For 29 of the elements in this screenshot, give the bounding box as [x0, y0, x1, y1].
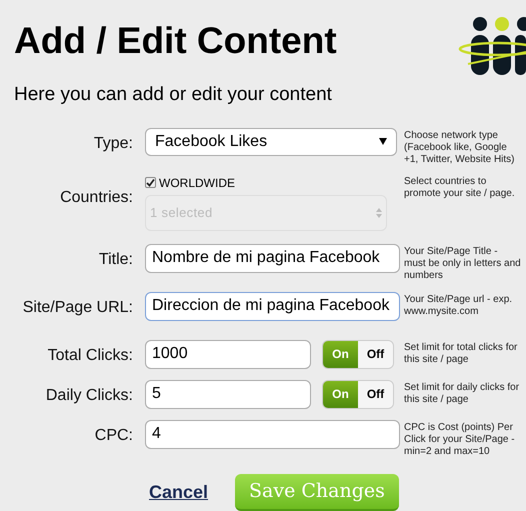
field-label: Site/Page URL: — [22, 298, 133, 318]
people-logo-icon — [458, 16, 526, 78]
help-text: Select countries to promote your site / page. — [404, 174, 516, 200]
caret-icon — [379, 138, 387, 145]
help-text: CPC is Cost (points) Per Click for your Site/Page - min=2 and max=10 — [404, 420, 516, 458]
field-label: Countries: — [60, 188, 133, 208]
field-label: CPC: — [94, 426, 133, 446]
checkbox-label: WORLDWIDE — [159, 174, 235, 192]
on-off-switch[interactable]: On Off — [322, 340, 394, 368]
text-field[interactable]: Direccion de mi pagina Facebook — [145, 292, 400, 320]
text-field[interactable]: 4 — [145, 420, 400, 448]
help-text: Your Site/Page Title - must be only in letters and numbers — [404, 244, 522, 282]
page-subtitle: Here you can add or edit your content — [14, 83, 332, 107]
help-text: Your Site/Page url - exp. www.mysite.com — [404, 292, 514, 318]
text-field[interactable]: Nombre de mi pagina Facebook — [145, 244, 400, 272]
field-label: Title: — [98, 250, 133, 270]
number-field[interactable]: 1000 — [145, 340, 311, 368]
spinner-icon — [376, 208, 382, 218]
type-dropdown[interactable]: Facebook Likes — [145, 128, 397, 156]
field-label: Type: — [94, 134, 133, 154]
help-text: Choose network type (Facebook like, Google +1, Twitter, Website Hits) — [404, 128, 516, 166]
cancel-link[interactable]: Cancel — [149, 478, 208, 506]
field-label: Daily Clicks: — [46, 386, 133, 406]
on-off-switch[interactable]: On Off — [322, 380, 394, 408]
field-label: Total Clicks: — [48, 346, 133, 366]
help-text: Set limit for total clicks for this site / page — [404, 340, 518, 366]
help-text: Set limit for daily clicks for this site / page — [404, 380, 520, 406]
page-title: Add / Edit Content — [14, 22, 337, 59]
number-field[interactable]: 5 — [145, 380, 311, 408]
